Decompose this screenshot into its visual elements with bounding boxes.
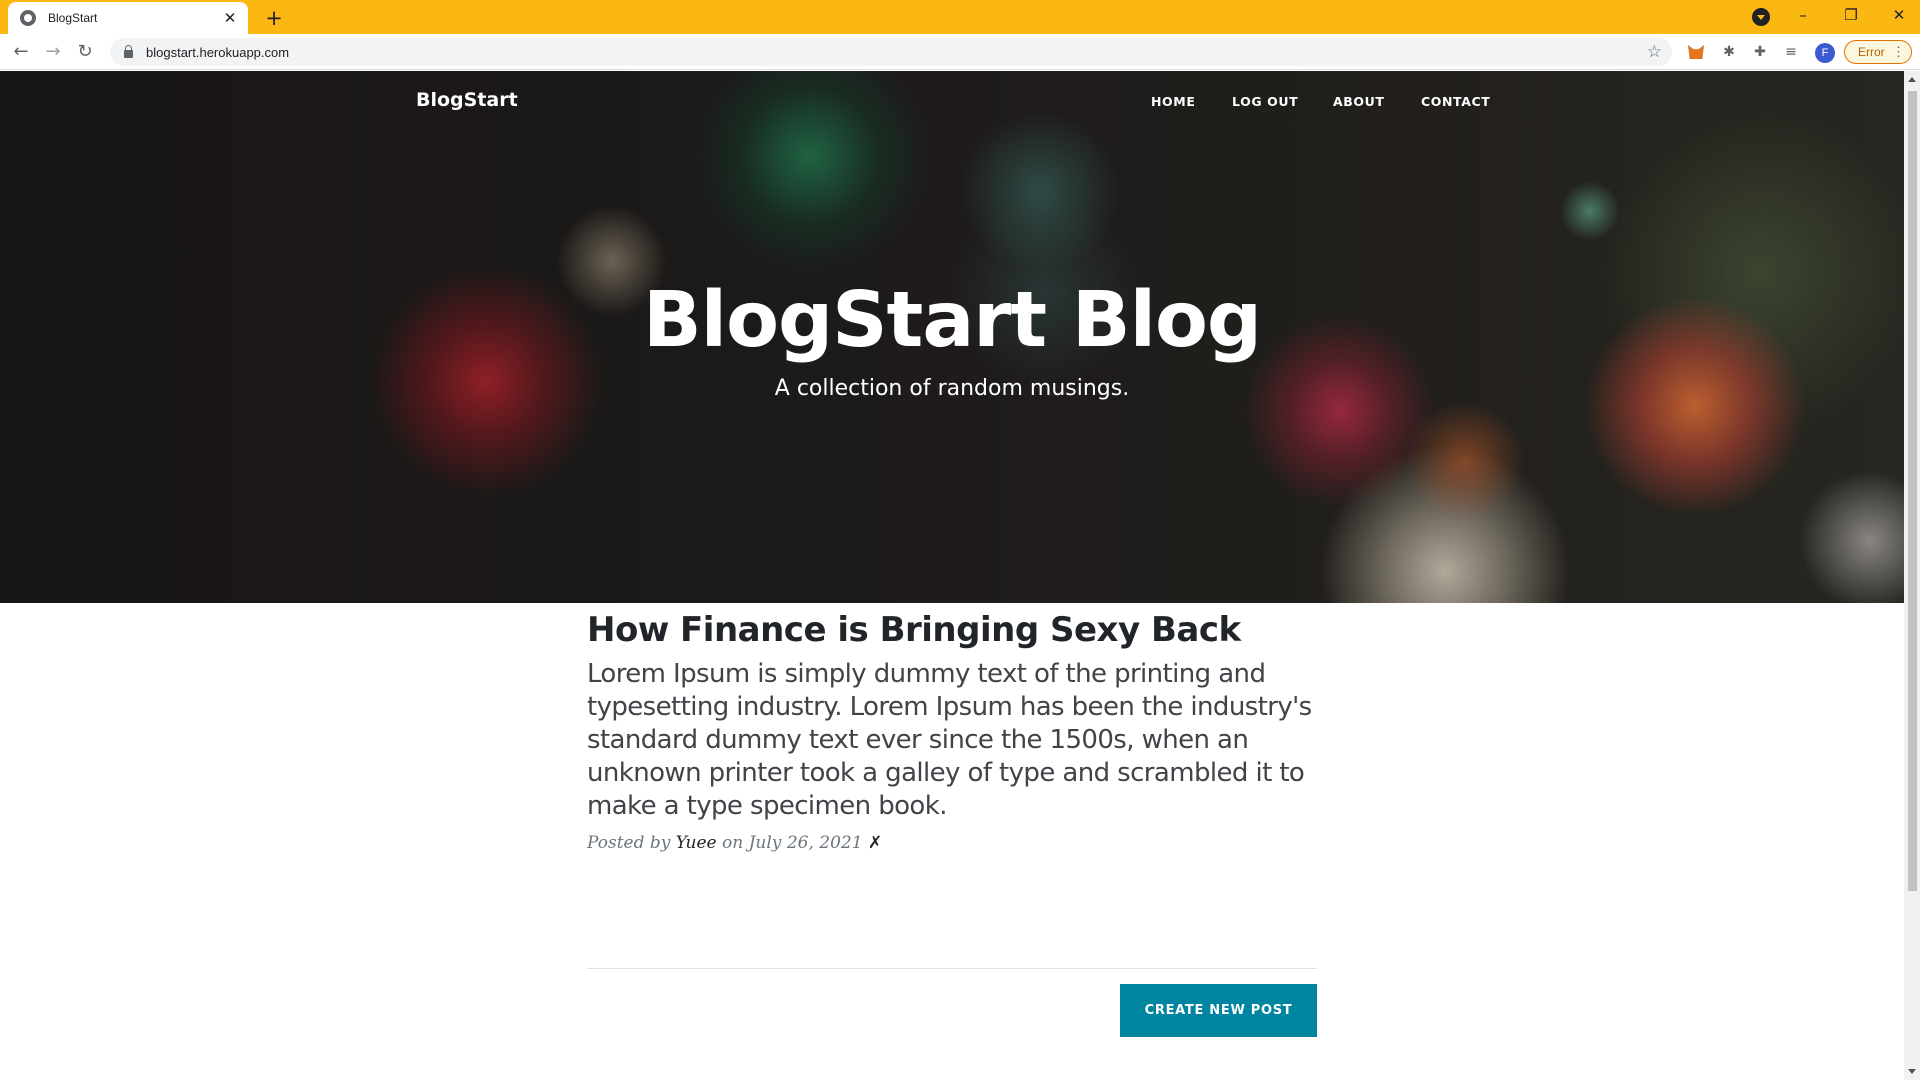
brand-link[interactable]: BlogStart — [416, 89, 518, 111]
lock-icon — [124, 44, 133, 58]
browser-tab[interactable]: BlogStart ✕ — [8, 2, 248, 34]
url-text[interactable]: blogstart.herokuapp.com — [146, 45, 1647, 60]
nav-contact[interactable]: CONTACT — [1421, 94, 1490, 109]
reload-icon[interactable]: ↻ — [72, 39, 98, 65]
forward-icon[interactable]: → — [40, 39, 66, 65]
minimize-button[interactable]: – — [1785, 2, 1821, 28]
hero-header: BlogStart HOME LOG OUT ABOUT CONTACT Blo… — [0, 71, 1904, 603]
profile-avatar[interactable]: F — [1815, 43, 1835, 63]
restore-button[interactable]: ❐ — [1833, 2, 1869, 28]
back-icon[interactable]: ← — [8, 39, 34, 65]
error-label: Error — [1858, 45, 1885, 59]
media-queue-icon[interactable]: ≡ — [1781, 42, 1801, 62]
hero-title: BlogStart Blog — [642, 276, 1262, 365]
nav-home[interactable]: HOME — [1151, 94, 1195, 109]
post-excerpt[interactable]: Lorem Ipsum is simply dummy text of the … — [587, 658, 1317, 823]
scroll-up-icon[interactable] — [1908, 77, 1916, 82]
divider — [587, 968, 1317, 969]
browser-tabstrip: BlogStart ✕ + – ❐ ✕ — [0, 0, 1920, 34]
tab-search-icon[interactable] — [1752, 8, 1770, 26]
post-link[interactable]: How Finance is Bringing Sexy Back Lorem … — [587, 610, 1317, 823]
error-badge[interactable]: Error ⋮ — [1844, 40, 1912, 64]
metamask-extension-icon[interactable] — [1688, 45, 1704, 59]
address-bar[interactable]: blogstart.herokuapp.com ☆ — [110, 38, 1672, 66]
create-new-post-button[interactable]: CREATE NEW POST — [1120, 984, 1317, 1037]
tab-title: BlogStart — [48, 11, 98, 25]
post-preview: How Finance is Bringing Sexy Back Lorem … — [587, 610, 1317, 853]
post-meta: Posted by Yuee on July 26, 2021 ✗ — [587, 833, 1317, 853]
browser-toolbar: ← → ↻ blogstart.herokuapp.com ☆ ✱ ✚ ≡ F … — [0, 34, 1920, 70]
new-tab-button[interactable]: + — [262, 6, 286, 30]
globe-icon — [20, 10, 36, 26]
posted-by-label: Posted by — [587, 833, 671, 853]
close-tab-icon[interactable]: ✕ — [222, 10, 238, 26]
extensions-puzzle-icon[interactable]: ✚ — [1750, 42, 1770, 62]
page-scrollbar[interactable] — [1904, 71, 1920, 1080]
post-date: July 26, 2021 — [748, 833, 863, 853]
close-window-button[interactable]: ✕ — [1881, 2, 1917, 28]
bookmark-star-icon[interactable]: ☆ — [1647, 42, 1662, 62]
extension-bug-icon[interactable]: ✱ — [1719, 42, 1739, 62]
scroll-down-icon[interactable] — [1908, 1069, 1916, 1074]
scrollbar-thumb[interactable] — [1908, 91, 1917, 891]
page-viewport: BlogStart HOME LOG OUT ABOUT CONTACT Blo… — [0, 71, 1904, 1080]
nav-about[interactable]: ABOUT — [1333, 94, 1385, 109]
more-menu-icon[interactable]: ⋮ — [1892, 41, 1905, 63]
hero-subtitle: A collection of random musings. — [774, 376, 1130, 401]
nav-log-out[interactable]: LOG OUT — [1232, 94, 1298, 109]
post-author[interactable]: Yuee — [676, 833, 717, 853]
post-title[interactable]: How Finance is Bringing Sexy Back — [587, 610, 1317, 650]
date-prefix: on — [722, 833, 744, 853]
delete-post-icon[interactable]: ✗ — [868, 833, 882, 853]
